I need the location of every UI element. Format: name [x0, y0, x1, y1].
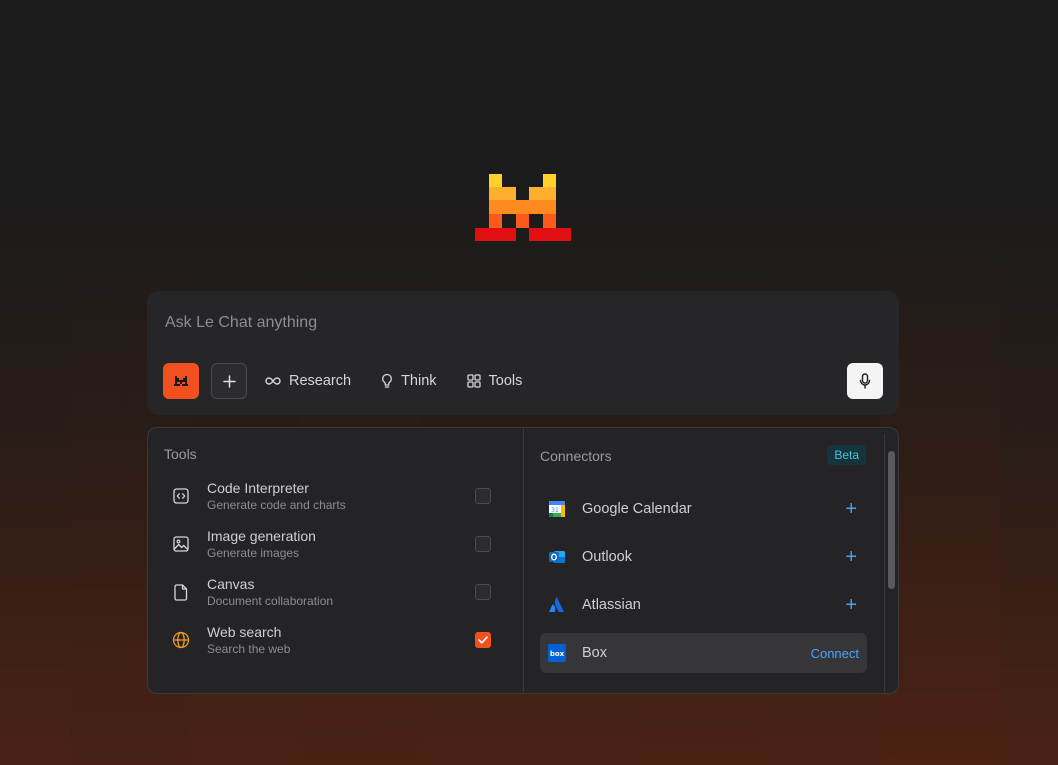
checkmark-icon	[478, 636, 488, 644]
connector-name: Google Calendar	[582, 501, 692, 517]
tools-section: Tools Code Interpreter Generate code and…	[148, 428, 524, 693]
mistral-logo	[475, 174, 571, 241]
lightbulb-icon	[382, 373, 392, 388]
microphone-icon	[859, 373, 871, 389]
tool-description: Generate code and charts	[207, 498, 346, 512]
svg-text:box: box	[550, 650, 565, 658]
atlassian-icon	[548, 596, 566, 614]
connect-button[interactable]: Connect	[811, 646, 859, 661]
tool-canvas[interactable]: Canvas Document collaboration	[164, 570, 508, 614]
chat-composer: Ask Le Chat anything Research Think Tool…	[147, 291, 899, 415]
globe-icon	[164, 623, 198, 657]
outlook-icon	[548, 548, 566, 566]
add-connector-button[interactable]: +	[845, 595, 857, 615]
connectors-section-title: Connectors	[540, 448, 612, 464]
tools-dropdown-panel: Tools Code Interpreter Generate code and…	[147, 427, 899, 694]
tool-code-interpreter[interactable]: Code Interpreter Generate code and chart…	[164, 474, 508, 518]
chat-input[interactable]: Ask Le Chat anything	[165, 314, 317, 332]
think-label: Think	[401, 373, 437, 389]
tools-section-title: Tools	[164, 446, 197, 462]
tool-name: Code Interpreter	[207, 480, 309, 496]
connector-name: Atlassian	[582, 597, 641, 613]
code-icon	[164, 479, 198, 513]
connector-box[interactable]: box Box Connect	[540, 633, 867, 673]
composer-toolbar: Research Think Tools	[163, 363, 883, 399]
tool-description: Generate images	[207, 546, 300, 560]
connector-name: Outlook	[582, 549, 632, 565]
scrollbar-thumb[interactable]	[888, 451, 895, 589]
research-label: Research	[289, 373, 352, 389]
tools-label: Tools	[488, 373, 523, 389]
grid-icon	[466, 374, 481, 388]
tool-image-generation[interactable]: Image generation Generate images	[164, 522, 508, 566]
document-icon	[164, 575, 198, 609]
connector-google-calendar[interactable]: 31 Google Calendar +	[540, 489, 867, 529]
beta-badge: Beta	[827, 445, 866, 465]
image-generation-checkbox[interactable]	[475, 536, 491, 552]
connectors-section: Connectors Beta 31 Google Calendar + Out…	[524, 428, 898, 693]
connector-name: Box	[582, 645, 607, 661]
canvas-checkbox[interactable]	[475, 584, 491, 600]
add-connector-button[interactable]: +	[845, 499, 857, 519]
tool-name: Canvas	[207, 576, 255, 592]
tool-web-search[interactable]: Web search Search the web	[164, 618, 508, 662]
tools-button[interactable]: Tools	[466, 373, 523, 389]
google-calendar-icon: 31	[548, 500, 566, 518]
tool-description: Document collaboration	[207, 594, 334, 608]
connectors-scrollbar[interactable]	[884, 434, 898, 693]
connector-atlassian[interactable]: Atlassian +	[540, 585, 867, 625]
microphone-button[interactable]	[847, 363, 883, 399]
infinity-icon	[265, 377, 281, 385]
svg-text:31: 31	[551, 507, 559, 514]
connector-outlook[interactable]: Outlook +	[540, 537, 867, 577]
tool-name: Web search	[207, 624, 282, 640]
add-connector-button[interactable]: +	[845, 547, 857, 567]
tool-description: Search the web	[207, 642, 291, 656]
mistral-m-icon	[174, 375, 188, 386]
add-attachment-button[interactable]	[211, 363, 247, 399]
web-search-checkbox[interactable]	[475, 632, 491, 648]
research-button[interactable]: Research	[265, 373, 351, 389]
think-button[interactable]: Think	[381, 373, 437, 389]
plus-icon	[222, 374, 236, 388]
box-icon: box	[548, 644, 566, 662]
code-interpreter-checkbox[interactable]	[475, 488, 491, 504]
tool-name: Image generation	[207, 528, 316, 544]
image-icon	[164, 527, 198, 561]
mistral-mode-button[interactable]	[163, 363, 199, 399]
